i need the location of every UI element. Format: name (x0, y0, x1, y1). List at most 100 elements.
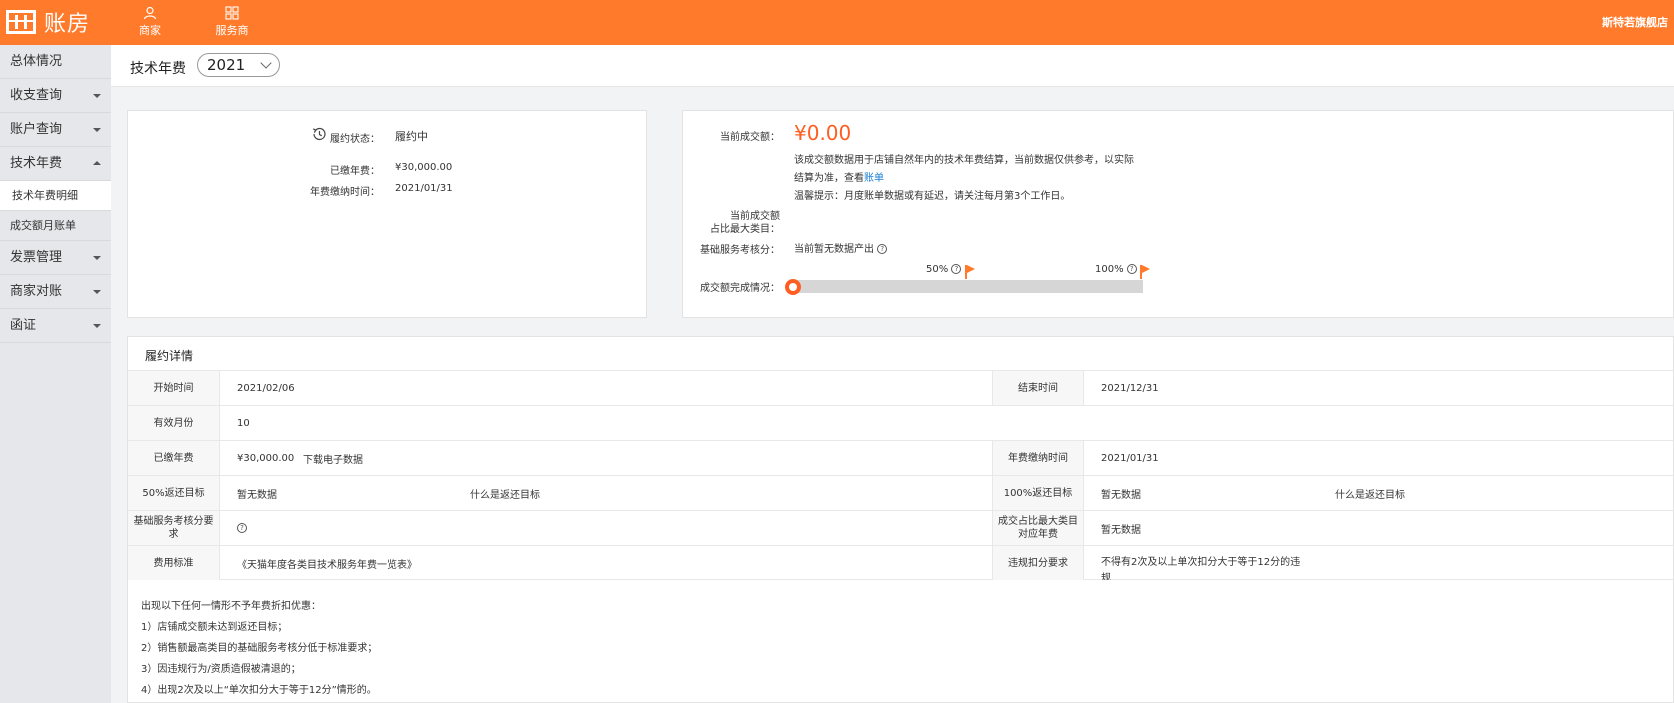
amount-desc-line2: 结算为准，查看账单 (794, 169, 884, 184)
year-select[interactable]: 2021 (197, 53, 280, 77)
details-row: 有效月份 10 (128, 405, 1674, 440)
page-title: 技术年费 (130, 61, 186, 77)
target-100-value: 暂无数据 (1101, 489, 1141, 501)
sidebar-item-label: 技术年费明细 (12, 189, 78, 202)
sidebar-item-monthly-bill[interactable]: 成交额月账单 (0, 211, 111, 241)
sidebar-item-label: 商家对账 (10, 284, 63, 299)
sidebar-item-reconciliation[interactable]: 商家对账 (0, 275, 111, 309)
months-label: 有效月份 (128, 406, 220, 440)
history-icon (312, 127, 326, 141)
target-100-label: 100%返还目标 (992, 476, 1084, 510)
nav-merchant[interactable]: 商家 (130, 6, 170, 38)
download-data-link[interactable]: 下载电子数据 (303, 441, 363, 475)
logo-text: 账房 (44, 12, 91, 37)
mark-100-label: 100% (1095, 264, 1124, 275)
paid-value: ¥30,000.00 (395, 162, 453, 173)
caret-down-icon (93, 128, 101, 132)
score-value-group: 当前暂无数据产出 ? (794, 240, 888, 255)
sidebar-item-label: 总体情况 (10, 54, 63, 69)
sidebar-item-label: 发票管理 (10, 250, 63, 265)
months-value: 10 (237, 417, 250, 429)
sidebar-item-label: 收支查询 (10, 88, 63, 103)
sidebar: 总体情况 收支查询 账户查询 技术年费 技术年费明细 成交额月账单 发票管理 商… (0, 45, 111, 703)
caret-up-icon (93, 161, 101, 165)
sidebar-item-confirmation[interactable]: 函证 (0, 309, 111, 343)
ratio-fee-label: 成交占比最大类目对应年费 (992, 511, 1084, 545)
score-label: 基础服务考核分： (700, 245, 780, 256)
caret-down-icon (93, 256, 101, 260)
notes-item: 3）因违规行为/资质造假被清退的； (141, 664, 301, 675)
paid-fee-value: ¥30,000.00 (237, 452, 295, 464)
notes-intro: 出现以下任何一情形不予年费折扣优惠： (141, 601, 321, 612)
user-icon (143, 6, 157, 20)
amount-desc-line1: 该成交额数据用于店铺自然年内的技术年费结算，当前数据仅供参考，以实际 (794, 155, 1134, 166)
flag-100-icon (1140, 265, 1150, 279)
top-bar: 账房 商家 服务商 斯特若旗舰店 (0, 0, 1674, 45)
nav-provider[interactable]: 服务商 (210, 6, 254, 38)
status-label: 履约状态： (330, 134, 380, 145)
fee-pay-time-value: 2021/01/31 (1101, 452, 1159, 464)
ratio-label-line2: 占比最大类目： (710, 224, 780, 235)
details-row: 开始时间 2021/02/06 结束时间 2021/12/31 (128, 370, 1674, 405)
details-row: 费用标准 《天猫年度各类目技术服务年费一览表》 违规扣分要求 不得有2次及以上单… (128, 545, 1674, 580)
details-title: 履约详情 (145, 349, 194, 363)
start-time-label: 开始时间 (128, 371, 220, 405)
flag-50-icon (965, 265, 975, 279)
amount-desc-prefix: 结算为准，查看 (794, 173, 864, 184)
help-icon[interactable]: ? (1126, 264, 1137, 274)
what-is-target-link[interactable]: 什么是返还目标 (1335, 476, 1405, 510)
sidebar-item-label: 账户查询 (10, 122, 63, 137)
caret-down-icon (93, 290, 101, 294)
sidebar-item-overview[interactable]: 总体情况 (0, 45, 111, 79)
details-row: 基础服务考核分要求 ? 成交占比最大类目对应年费 暂无数据 (128, 510, 1674, 545)
paid-fee-label: 已缴年费 (128, 441, 220, 475)
ratio-fee-value: 暂无数据 (1101, 524, 1141, 536)
nav-merchant-label: 商家 (139, 24, 161, 37)
help-icon[interactable]: ? (237, 523, 247, 533)
mark-50-label: 50% (926, 264, 949, 275)
nav-provider-label: 服务商 (215, 24, 249, 37)
sidebar-item-tech-fee-detail[interactable]: 技术年费明细 (0, 181, 111, 211)
sidebar-item-invoice[interactable]: 发票管理 (0, 241, 111, 275)
bill-link[interactable]: 账单 (864, 173, 884, 184)
violation-label: 违规扣分要求 (992, 546, 1084, 580)
grid-icon (225, 6, 239, 20)
details-row: 已缴年费 ¥30,000.00 下载电子数据 年费缴纳时间 2021/01/31 (128, 440, 1674, 475)
pay-time-label: 年费缴纳时间： (310, 187, 380, 198)
year-select-value: 2021 (207, 56, 246, 74)
page-header: 技术年费 2021 (111, 45, 1674, 87)
fee-pay-time-label: 年费缴纳时间 (992, 441, 1084, 475)
sidebar-item-label: 技术年费 (10, 156, 63, 171)
logo[interactable]: 账房 (6, 8, 91, 37)
paid-label: 已缴年费： (330, 166, 380, 177)
details-row: 50%返还目标 暂无数据 什么是返还目标 100%返还目标 暂无数据 什么是返还… (128, 475, 1674, 510)
help-icon[interactable]: ? (951, 264, 962, 274)
caret-down-icon (93, 324, 101, 328)
fee-standard-link[interactable]: 《天猫年度各类目技术服务年费一览表》 (237, 546, 417, 580)
end-time-value: 2021/12/31 (1101, 382, 1159, 394)
abacus-logo-icon (6, 10, 36, 34)
sidebar-item-account-query[interactable]: 账户查询 (0, 113, 111, 147)
completion-label: 成交额完成情况： (700, 283, 780, 294)
help-icon[interactable]: ? (877, 244, 888, 254)
notes-item: 1）店铺成交额未达到返还目标； (141, 622, 288, 633)
what-is-target-link[interactable]: 什么是返还目标 (470, 476, 540, 510)
target-50-label: 50%返还目标 (128, 476, 220, 510)
end-time-label: 结束时间 (992, 371, 1084, 405)
sidebar-item-tech-fee[interactable]: 技术年费 (0, 147, 111, 181)
details-card: 履约详情 开始时间 2021/02/06 结束时间 2021/12/31 有效月… (127, 336, 1674, 703)
notes-item: 2）销售额最高类目的基础服务考核分低于标准要求； (141, 643, 378, 654)
mark-100-group: 100% ? (1095, 264, 1137, 275)
store-name[interactable]: 斯特若旗舰店 (1602, 14, 1668, 30)
fee-standard-label: 费用标准 (128, 546, 220, 580)
sidebar-item-label: 函证 (10, 318, 37, 333)
current-amount-value: ¥0.00 (794, 121, 852, 145)
sidebar-item-income-query[interactable]: 收支查询 (0, 79, 111, 113)
notes-item: 4）出现2次及以上“单次扣分大于等于12分”情形的。 (141, 685, 377, 696)
chevron-down-icon (260, 57, 272, 69)
status-value: 履约中 (395, 130, 428, 143)
current-amount-label: 当前成交额： (720, 132, 780, 143)
caret-down-icon (93, 94, 101, 98)
completion-progress-knob (785, 279, 801, 295)
delay-tip: 温馨提示：月度账单数据或有延迟，请关注每月第3个工作日。 (794, 191, 1071, 202)
